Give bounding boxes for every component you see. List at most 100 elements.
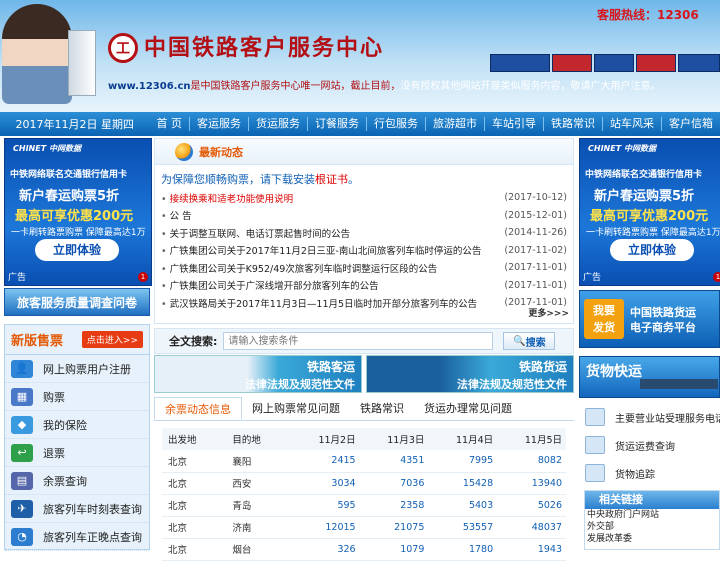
related-link[interactable]: 中央政府门户网站	[585, 509, 719, 521]
table-header: 11月3日	[359, 428, 429, 450]
news-item-title[interactable]: 公 告	[170, 211, 192, 222]
cert-tip: 为保障您顺畅购票，请下载安装根证书。	[161, 173, 359, 186]
freight-law-banner[interactable]: 铁路货运 法律法规及规范性文件	[366, 355, 574, 393]
query-icon: ▤	[11, 471, 33, 490]
news-item[interactable]: • 公 告 (2015-12-01)	[161, 207, 567, 225]
table-cell[interactable]: 13940	[497, 472, 566, 495]
table-cell[interactable]: 4351	[359, 450, 429, 473]
table-row: 北京 烟台 326 1079 1780 1943	[162, 538, 566, 561]
close-icon[interactable]: 1	[138, 272, 148, 282]
site-url[interactable]: www.12306.cn	[108, 81, 191, 92]
tab-online-faq[interactable]: 网上购票常见问题	[242, 397, 350, 420]
close-icon[interactable]: 1	[713, 272, 720, 282]
table-header: 11月5日	[497, 428, 566, 450]
nav-luggage-service[interactable]: 行包服务	[366, 117, 425, 131]
news-item-title[interactable]: 武汉铁路局关于2017年11月3日—11月5日临时加开部分旅客列车的公告	[170, 299, 477, 310]
nav-customer-mailbox[interactable]: 客户信箱	[661, 117, 720, 131]
table-row: 北京 襄阳 2415 4351 7995 8082	[162, 450, 566, 473]
table-cell[interactable]: 53557	[428, 516, 498, 539]
table-cell[interactable]: 8082	[497, 450, 566, 473]
ticket-panel-item[interactable]: ▤ 余票查询	[5, 467, 149, 495]
news-item[interactable]: • 广铁集团公司关于K952/49次旅客列车临时调整运行区段的公告 (2017-1…	[161, 259, 567, 277]
news-item[interactable]: • 广铁集团公司关于广深线增开部分旅客列车的公告 (2017-11-01)	[161, 277, 567, 295]
nav-freight-service[interactable]: 货运服务	[248, 117, 307, 131]
try-now-button[interactable]: 立即体验	[610, 239, 694, 261]
ticket-panel-item[interactable]: 👤 网上购票用户注册	[5, 355, 149, 383]
ticket-panel-item[interactable]: ↩ 退票	[5, 439, 149, 467]
table-cell[interactable]: 5403	[428, 494, 498, 517]
table-cell[interactable]: 595	[290, 494, 360, 517]
news-item-title[interactable]: 接续换乘和适老功能使用说明	[170, 194, 294, 205]
table-cell[interactable]: 12015	[290, 516, 360, 539]
nav-passenger-service[interactable]: 客运服务	[189, 117, 248, 131]
nav-station-guide[interactable]: 车站引导	[484, 117, 543, 131]
table-cell[interactable]: 21075	[359, 516, 429, 539]
right-credit-card-ad[interactable]: CHINET 中网数据 中铁网络联名交通银行信用卡 新户春运购票5折 最高可享优…	[579, 138, 720, 286]
table-cell: 襄阳	[226, 450, 291, 473]
table-cell[interactable]: 7995	[428, 450, 498, 473]
nav-travel-market[interactable]: 旅游超市	[425, 117, 484, 131]
table-cell[interactable]: 2358	[359, 494, 429, 517]
ticket-panel-item[interactable]: ◔ 旅客列车正晚点查询	[5, 523, 149, 551]
news-item-title[interactable]: 关于调整互联网、电话订票起售时间的公告	[170, 229, 351, 240]
service-survey-link[interactable]: 旅客服务质量调查问卷	[4, 288, 150, 316]
ticket-panel-item-label: 购票	[43, 390, 65, 404]
download-cert-link[interactable]: 请下载安装	[260, 173, 315, 186]
table-cell[interactable]: 326	[290, 538, 360, 561]
ad-label: 广告	[583, 273, 602, 283]
news-item-title[interactable]: 广铁集团公司关于广深线增开部分旅客列车的公告	[170, 281, 379, 292]
news-item[interactable]: • 关于调整互联网、电话订票起售时间的公告 (2014-11-26)	[161, 224, 567, 242]
news-item[interactable]: • 武汉铁路局关于2017年11月3日—11月5日临时加开部分旅客列车的公告 (2…	[161, 294, 567, 312]
calculator-icon	[585, 436, 605, 454]
ad-label: 广告	[8, 273, 27, 283]
table-cell[interactable]: 15428	[428, 472, 498, 495]
ticket-panel-item[interactable]: ▦ 购票	[5, 383, 149, 411]
table-cell[interactable]: 1079	[359, 538, 429, 561]
enter-button[interactable]: 点击进入>>	[81, 331, 143, 348]
news-item-title[interactable]: 广铁集团公司关于2017年11月2日三亚-南山北间旅客列车临时停运的公告	[170, 246, 482, 257]
ticket-panel-item-label: 旅客列车时刻表查询	[43, 502, 142, 516]
left-credit-card-ad[interactable]: CHINET 中网数据 中铁网络联名交通银行信用卡 新户春运购票5折 最高可享优…	[4, 138, 152, 286]
related-link[interactable]: 发展改革委	[585, 533, 719, 545]
table-cell[interactable]: 1943	[497, 538, 566, 561]
root-cert-link[interactable]: 根证书	[315, 173, 348, 186]
table-row: 北京 西安 3034 7036 15428 13940	[162, 472, 566, 495]
station-phone-link[interactable]: 主要营业站受理服务电话	[585, 406, 720, 428]
table-cell[interactable]: 3034	[290, 472, 360, 495]
table-cell[interactable]: 1780	[428, 538, 498, 561]
ticket-panel-item-label: 我的保险	[43, 418, 87, 432]
nav-railway-knowledge[interactable]: 铁路常识	[543, 117, 602, 131]
table-cell[interactable]: 7036	[359, 472, 429, 495]
tab-ticket-info[interactable]: 余票动态信息	[154, 397, 242, 420]
table-cell[interactable]: 2415	[290, 450, 360, 473]
express-freight-banner[interactable]: 货物快运	[579, 356, 720, 398]
table-header: 11月4日	[428, 428, 498, 450]
table-cell[interactable]: 5026	[497, 494, 566, 517]
freight-fee-link[interactable]: 货运运费查询	[585, 434, 675, 456]
search-icon: 🔍	[513, 335, 526, 347]
passenger-law-banner[interactable]: 铁路客运 法律法规及规范性文件	[154, 355, 362, 393]
ticket-panel-item[interactable]: ✈ 旅客列车时刻表查询	[5, 495, 149, 523]
ticket-panel-item[interactable]: ◆ 我的保险	[5, 411, 149, 439]
fulltext-search: 全文搜索: 🔍搜索	[154, 328, 574, 354]
search-button[interactable]: 🔍 搜索	[503, 332, 556, 350]
nav-home[interactable]: 首 页	[150, 117, 190, 131]
related-link[interactable]: 外交部	[585, 521, 719, 533]
table-cell: 西安	[226, 472, 291, 495]
freight-ecommerce-banner[interactable]: 我要 发货 中国铁路货运 电子商务平台	[579, 290, 720, 348]
try-now-button[interactable]: 立即体验	[35, 239, 119, 261]
search-input[interactable]	[223, 332, 494, 350]
news-item[interactable]: • 广铁集团公司关于2017年11月2日三亚-南山北间旅客列车临时停运的公告 (2…	[161, 242, 567, 260]
railway-logo[interactable]: 工	[108, 33, 138, 63]
nav-station-style[interactable]: 站车风采	[602, 117, 661, 131]
tab-railway-knowledge[interactable]: 铁路常识	[350, 397, 414, 420]
table-cell[interactable]: 48037	[497, 516, 566, 539]
cargo-tracking-link[interactable]: 货物追踪	[585, 462, 655, 484]
nav-meal-service[interactable]: 订餐服务	[307, 117, 366, 131]
tab-freight-faq[interactable]: 货运办理常见问题	[414, 397, 522, 420]
main-nav: 2017年11月2日 星期四 首 页 客运服务 货运服务 订餐服务 行包服务 旅…	[0, 112, 720, 136]
more-news-link[interactable]: 更多>>>	[528, 306, 569, 319]
freight-train-image	[640, 379, 718, 389]
news-item[interactable]: • 接续换乘和适老功能使用说明 (2017-10-12)	[161, 189, 567, 207]
news-item-title[interactable]: 广铁集团公司关于K952/49次旅客列车临时调整运行区段的公告	[170, 264, 438, 275]
